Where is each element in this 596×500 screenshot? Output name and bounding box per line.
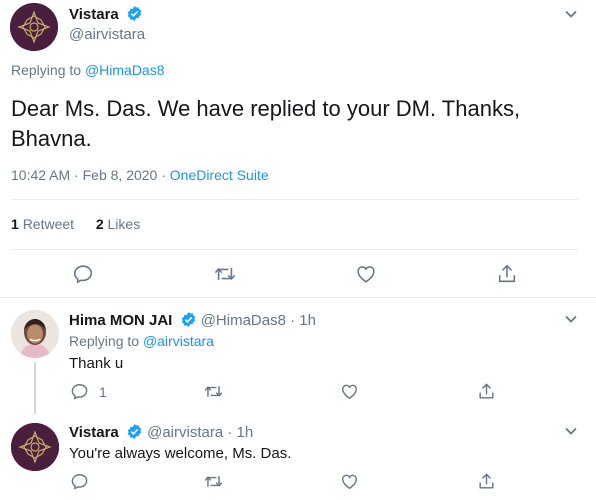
share-icon bbox=[477, 472, 496, 491]
retweet-icon bbox=[214, 263, 236, 285]
reply1-author-handle[interactable]: @HimaDas8 bbox=[201, 312, 286, 329]
reply2-menu-chevron-down-icon[interactable] bbox=[563, 423, 579, 444]
reply2-like-button[interactable] bbox=[340, 472, 359, 491]
meta-separator: · bbox=[74, 167, 79, 183]
reply2-age[interactable]: 1h bbox=[237, 424, 254, 441]
vistara-avatar[interactable] bbox=[10, 3, 58, 51]
tweet-meta: 10:42 AM · Feb 8, 2020 · OneDirect Suite bbox=[11, 167, 269, 183]
verified-badge-icon bbox=[126, 5, 143, 27]
tweet-text: Dear Ms. Das. We have replied to your DM… bbox=[11, 96, 521, 151]
reply2-author-line: Vistara @airvistara · 1h bbox=[69, 423, 253, 444]
hima-avatar[interactable] bbox=[11, 310, 59, 358]
verified-badge-icon bbox=[180, 311, 197, 332]
divider bbox=[11, 199, 578, 200]
vistara-reply-avatar[interactable] bbox=[11, 423, 59, 471]
replying-to: Replying to @HimaDas8 bbox=[11, 62, 165, 78]
retweet-icon bbox=[204, 472, 223, 491]
replying-to-handle-link[interactable]: @HimaDas8 bbox=[85, 62, 165, 78]
heart-icon bbox=[355, 263, 377, 285]
retweets-stat[interactable]: 1 Retweet bbox=[11, 216, 74, 232]
share-icon bbox=[477, 382, 496, 401]
retweets-count: 1 bbox=[11, 216, 19, 232]
reply2-author-name[interactable]: Vistara bbox=[69, 424, 119, 441]
divider bbox=[11, 249, 578, 250]
reply1-menu-chevron-down-icon[interactable] bbox=[563, 311, 579, 332]
reply-icon bbox=[70, 472, 89, 491]
author-line: Vistara bbox=[69, 5, 143, 27]
tweet-stats: 1 Retweet 2 Likes bbox=[11, 216, 140, 232]
reply1-age[interactable]: 1h bbox=[299, 312, 316, 329]
reply1-author-line: Hima MON JAI @HimaDas8 · 1h bbox=[69, 311, 316, 332]
divider bbox=[0, 297, 596, 298]
reply1-author-name[interactable]: Hima MON JAI bbox=[69, 312, 172, 329]
replying-to-label: Replying to bbox=[11, 62, 82, 78]
share-button[interactable] bbox=[496, 263, 518, 285]
likes-stat[interactable]: 2 Likes bbox=[96, 216, 140, 232]
retweet-button[interactable] bbox=[214, 263, 236, 285]
reply2-retweet-button[interactable] bbox=[204, 472, 223, 491]
reply-button[interactable] bbox=[72, 263, 94, 285]
reply1-share-button[interactable] bbox=[477, 382, 496, 401]
like-button[interactable] bbox=[355, 263, 377, 285]
author-name[interactable]: Vistara bbox=[69, 6, 119, 23]
retweets-label: Retweet bbox=[22, 216, 75, 232]
reply2-share-button[interactable] bbox=[477, 472, 496, 491]
reply2-reply-button[interactable] bbox=[70, 472, 89, 491]
author-handle[interactable]: @airvistara bbox=[69, 26, 145, 43]
reply2-text: You're always welcome, Ms. Das. bbox=[69, 445, 292, 462]
replying-to-label: Replying to bbox=[69, 333, 140, 349]
reply-icon bbox=[70, 382, 89, 401]
retweet-icon bbox=[204, 382, 223, 401]
replying-to-handle-link[interactable]: @airvistara bbox=[143, 333, 214, 349]
tweet-source-link[interactable]: OneDirect Suite bbox=[170, 167, 269, 183]
share-icon bbox=[496, 263, 518, 285]
meta-separator: · bbox=[161, 167, 166, 183]
reply1-text: Thank u bbox=[69, 355, 124, 372]
heart-icon bbox=[340, 472, 359, 491]
reply1-retweet-button[interactable] bbox=[204, 382, 223, 401]
tweet-time[interactable]: 10:42 AM bbox=[11, 167, 70, 183]
likes-count: 2 bbox=[95, 216, 104, 232]
reply1-reply-button[interactable]: 1 bbox=[70, 382, 107, 401]
thread-line bbox=[34, 362, 36, 414]
tweet-date[interactable]: Feb 8, 2020 bbox=[83, 167, 158, 183]
verified-badge-icon bbox=[126, 423, 143, 444]
reply2-author-handle[interactable]: @airvistara bbox=[147, 424, 223, 441]
heart-icon bbox=[340, 382, 359, 401]
reply1-replying-to: Replying to @airvistara bbox=[69, 333, 214, 349]
reply1-reply-count: 1 bbox=[99, 383, 107, 400]
tweet-menu-chevron-down-icon[interactable] bbox=[563, 6, 579, 27]
meta-separator: · bbox=[227, 424, 233, 441]
likes-label: Likes bbox=[107, 216, 141, 232]
meta-separator: · bbox=[290, 312, 296, 329]
reply1-like-button[interactable] bbox=[340, 382, 359, 401]
reply-icon bbox=[72, 263, 94, 285]
